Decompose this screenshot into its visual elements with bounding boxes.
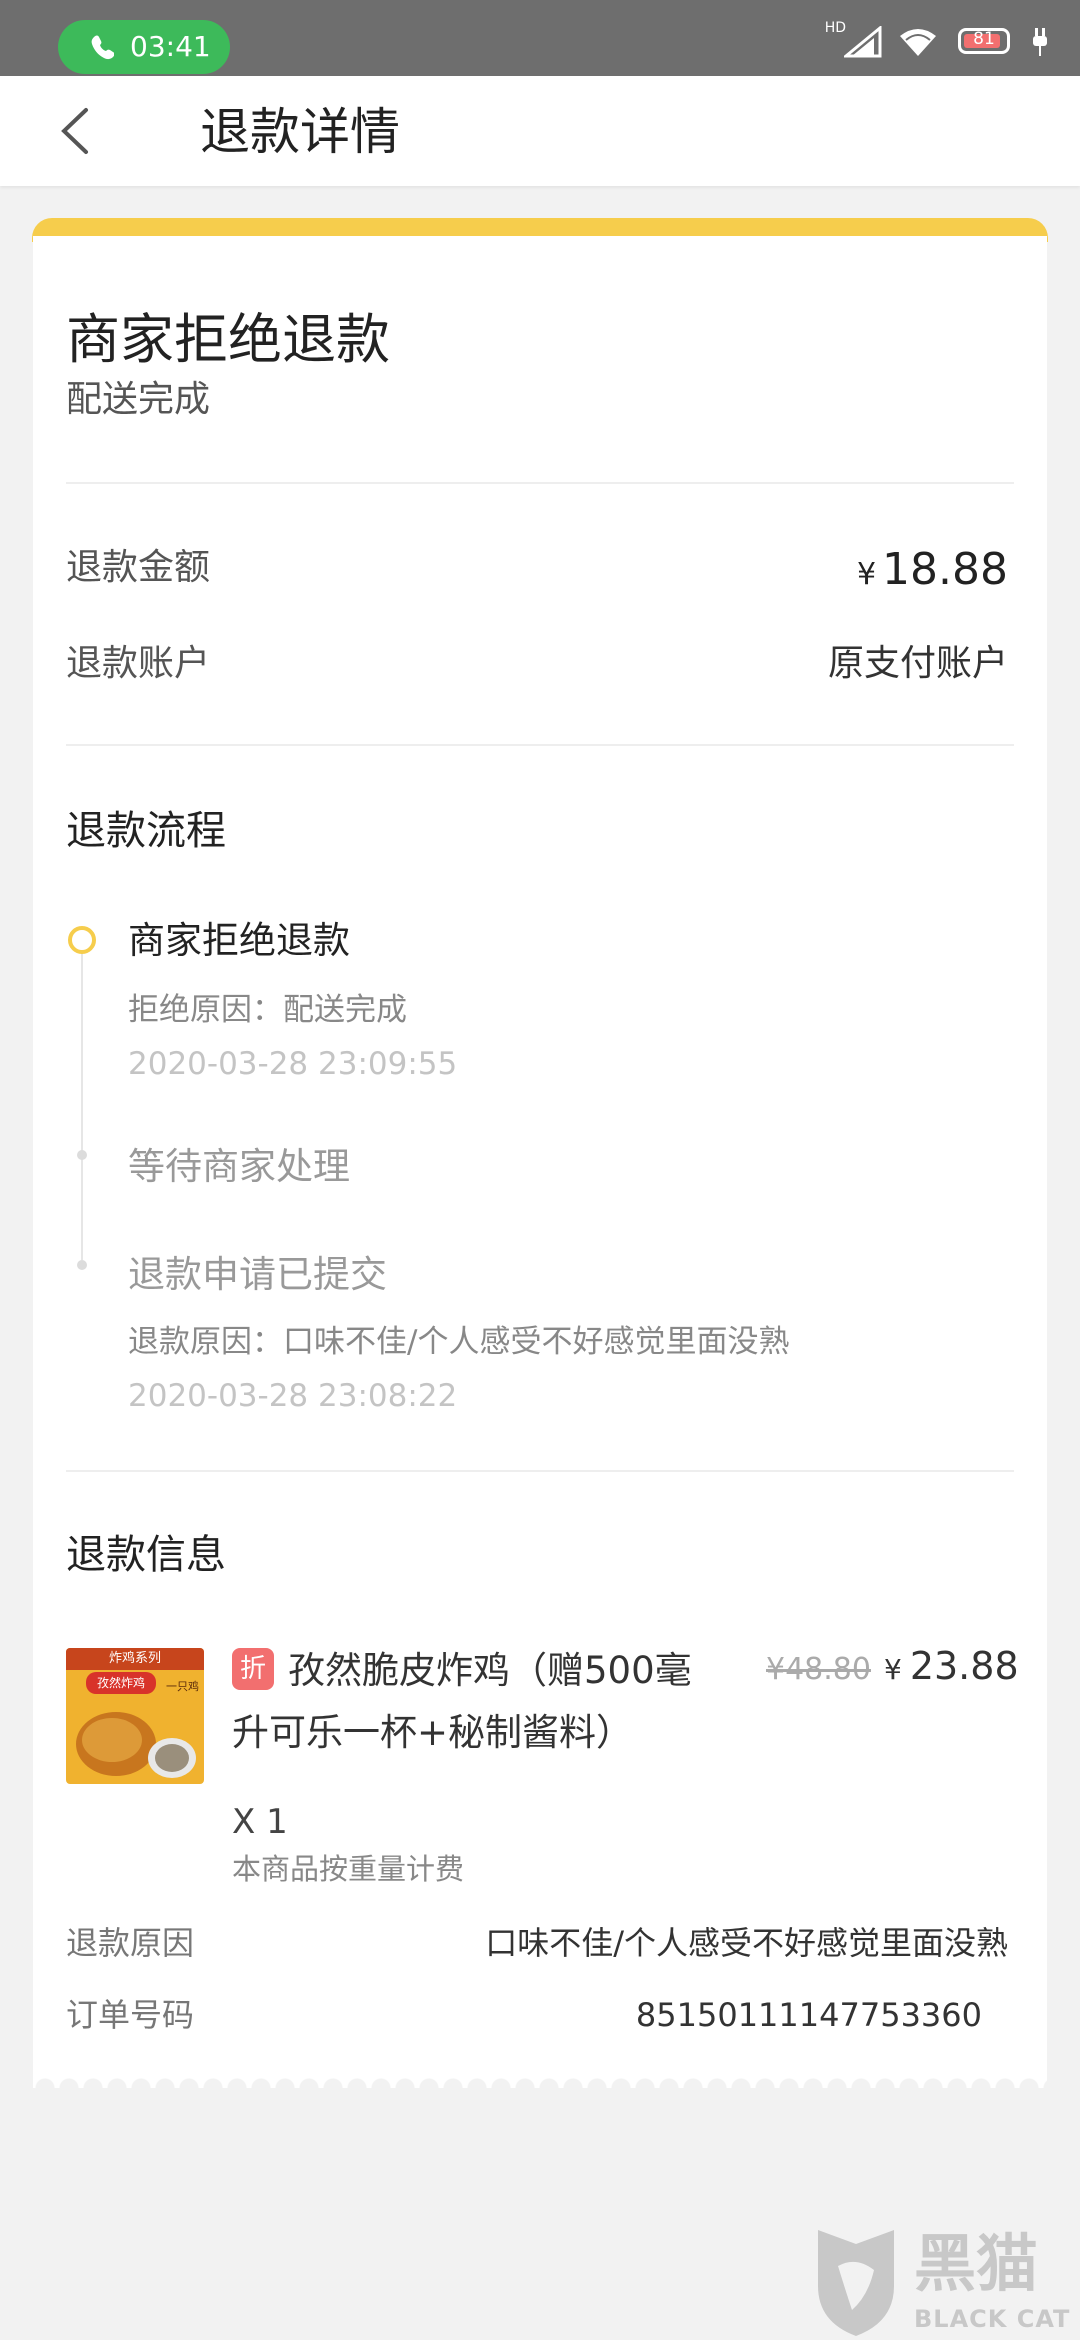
order-number-value: 85150111147753360 (635, 1996, 982, 2034)
black-cat-watermark: 黑猫 BLACK CAT (808, 2218, 1080, 2340)
timeline-step-time: 2020-03-28 23:08:22 (128, 1378, 458, 1414)
refund-status-title: 商家拒绝退款 (66, 308, 390, 371)
watermark-name-cn: 黑猫 (914, 2227, 1039, 2300)
refund-amount-label: 退款金额 (66, 547, 211, 588)
back-arrow-icon[interactable] (52, 98, 112, 164)
refund-reason-value: 口味不佳/个人感受不好感觉里面没熟 (485, 1924, 1008, 1962)
charging-plug-icon (1033, 28, 1047, 56)
black-cat-logo-icon (818, 2230, 894, 2336)
refund-info-title: 退款信息 (66, 1532, 226, 1578)
timeline-step-reason: 退款原因：口味不佳/个人感受不好感觉里面没熟 (128, 1324, 790, 1360)
product-name[interactable]: 孜然脆皮炸鸡（赠500毫升可乐一杯+秘制酱料） (232, 1640, 712, 1764)
card-scalloped-edge (33, 2074, 1047, 2088)
currency-symbol: ¥ (856, 557, 877, 592)
product-price-value: 23.88 (909, 1644, 1019, 1688)
refund-account-label: 退款账户 (66, 643, 211, 684)
app-header: 退款详情 (0, 76, 1080, 186)
timeline-dot (77, 1150, 87, 1160)
timeline-line (81, 952, 83, 1260)
thumb-banner: 炸鸡系列 (66, 1648, 204, 1670)
page-title: 退款详情 (200, 103, 400, 161)
refund-amount: 18.88 (882, 544, 1008, 595)
refund-reason-label: 退款原因 (66, 1924, 195, 1962)
weight-billing-note: 本商品按重量计费 (232, 1852, 465, 1886)
refund-status-subtitle: 配送完成 (66, 379, 211, 420)
timeline-step-time: 2020-03-28 23:09:55 (128, 1046, 458, 1082)
divider (66, 744, 1014, 746)
battery-icon: 81 (958, 28, 1010, 54)
product-thumbnail[interactable]: 炸鸡系列 孜然炸鸡 一只鸡 (66, 1648, 204, 1784)
currency-symbol: ¥ (884, 1653, 902, 1686)
status-time: 03:41 (130, 30, 211, 63)
status-bar: 03:41 HD 81 (0, 0, 1080, 76)
cellular-signal-icon (844, 26, 882, 58)
ongoing-call-pill[interactable]: 03:41 (58, 20, 230, 74)
refund-amount-value: ¥18.88 (857, 542, 1008, 603)
timeline-step-title: 退款申请已提交 (128, 1253, 387, 1296)
timeline-active-dot (68, 926, 96, 954)
refund-account-value: 原支付账户 (827, 643, 1008, 684)
fried-chicken-image (76, 1712, 196, 1778)
timeline-dot (77, 1260, 87, 1270)
product-price: ¥23.88 (884, 1640, 1019, 1696)
battery-level: 81 (973, 29, 995, 49)
product-quantity: X 1 (232, 1802, 288, 1842)
timeline-step-title: 等待商家处理 (128, 1145, 350, 1188)
timeline-step-reason: 拒绝原因：配送完成 (128, 992, 407, 1028)
refund-process-title: 退款流程 (66, 808, 226, 854)
order-number-label: 订单号码 (66, 1996, 195, 2034)
product-original-price: ¥48.80 (766, 1652, 871, 1687)
divider (66, 482, 1014, 484)
phone-icon (91, 35, 114, 60)
watermark-name-en: BLACK CAT (914, 2305, 1071, 2333)
hd-label: HD (824, 20, 846, 36)
timeline-step-title: 商家拒绝退款 (128, 919, 350, 962)
wifi-icon (900, 29, 936, 56)
divider (66, 1470, 1014, 1472)
